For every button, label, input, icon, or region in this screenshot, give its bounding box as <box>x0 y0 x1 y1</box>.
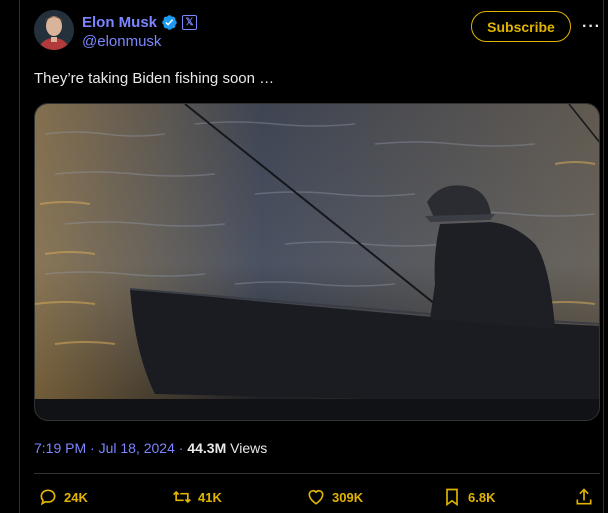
tweet-image[interactable] <box>34 103 600 421</box>
reply-button[interactable]: 24K <box>38 487 88 507</box>
column-border-right <box>603 0 604 513</box>
verified-icon <box>161 14 178 31</box>
avatar[interactable] <box>34 10 74 50</box>
bookmark-count: 6.8K <box>468 489 496 505</box>
repost-button[interactable]: 41K <box>172 487 222 507</box>
tweet-header: Elon Musk 𝕏 @elonmusk Subscribe ··· <box>34 10 600 54</box>
bookmark-icon <box>446 488 458 507</box>
tweet-text: They’re taking Biden fishing soon … <box>34 70 275 87</box>
views-count: 44.3M <box>187 440 227 456</box>
views-label: Views <box>230 440 268 456</box>
tweet-meta: 7:19 PM · Jul 18, 2024 · 44.3M Views <box>34 440 267 456</box>
like-icon <box>308 489 324 505</box>
author-display-name[interactable]: Elon Musk <box>82 14 157 31</box>
repost-icon <box>173 490 191 504</box>
more-icon[interactable]: ··· <box>582 18 601 36</box>
reply-icon <box>40 489 56 506</box>
subscribe-button[interactable]: Subscribe <box>471 11 571 42</box>
tweet-time[interactable]: 7:19 PM <box>34 440 86 456</box>
like-count: 309K <box>332 489 364 505</box>
author-handle[interactable]: @elonmusk <box>82 33 197 50</box>
share-icon <box>576 488 592 505</box>
repost-count: 41K <box>198 489 222 505</box>
bookmark-button[interactable]: 6.8K <box>442 487 495 507</box>
like-button[interactable]: 309K <box>306 487 363 507</box>
author-names: Elon Musk 𝕏 @elonmusk <box>82 12 198 50</box>
x-premium-icon: 𝕏 <box>182 14 198 30</box>
tweet-date[interactable]: Jul 18, 2024 <box>99 440 175 456</box>
action-bar: 24K 41K 309K 6.8K <box>34 487 600 511</box>
meta-separator: · <box>90 440 95 456</box>
meta-separator: · <box>178 440 184 456</box>
divider <box>34 473 600 474</box>
column-border-left <box>19 0 20 513</box>
reply-count: 24K <box>64 489 88 505</box>
share-button[interactable] <box>574 487 594 507</box>
